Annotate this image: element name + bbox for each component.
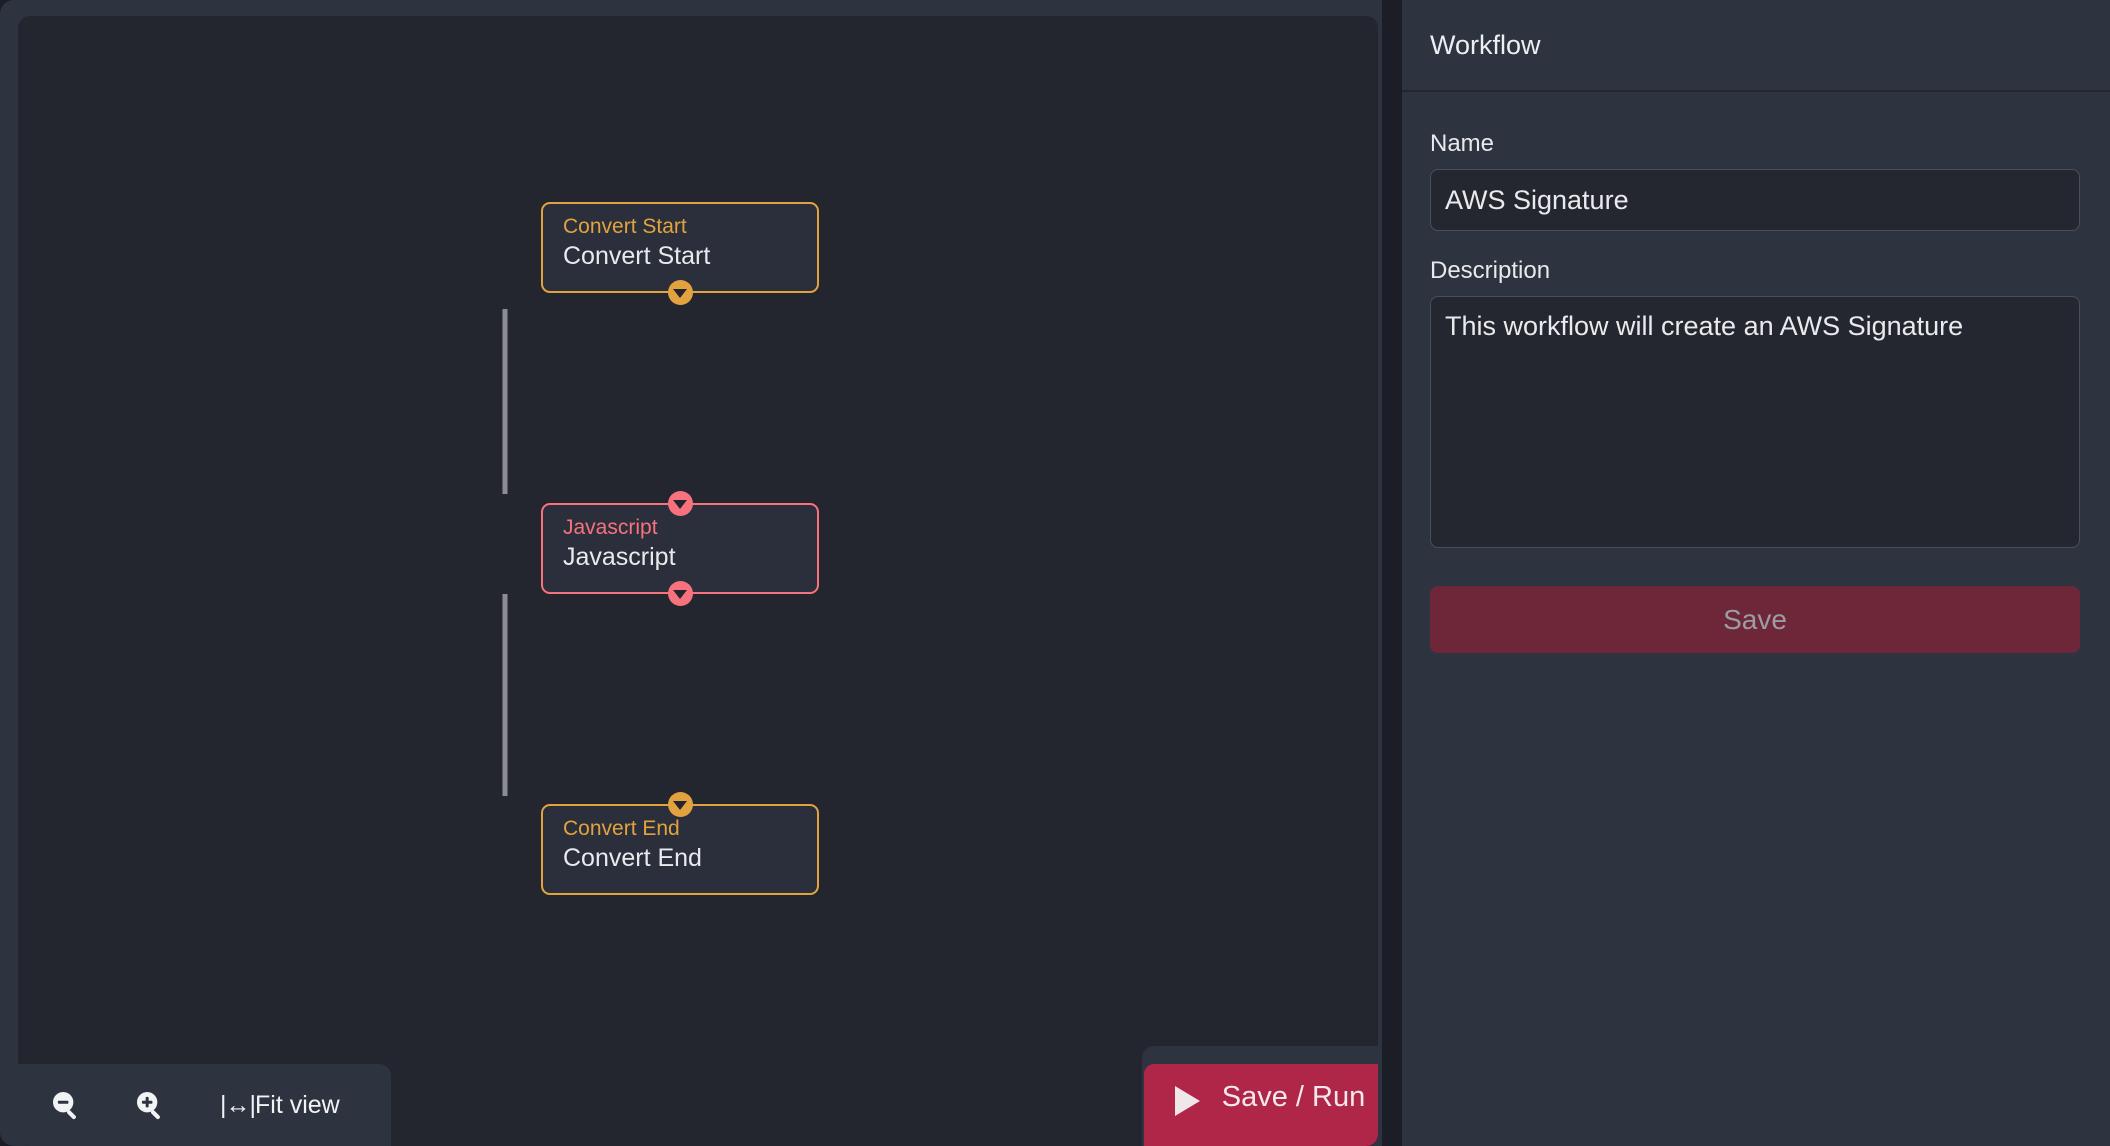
fit-view-icon: |↔| <box>220 1090 256 1119</box>
node-type-label: Convert Start <box>563 215 687 238</box>
save-button[interactable]: Save <box>1430 586 2080 653</box>
chevron-down-icon <box>673 288 687 298</box>
node-target-handle[interactable] <box>667 491 693 516</box>
save-run-container: Save / Run <box>1142 1046 1378 1146</box>
node-source-handle[interactable] <box>667 581 693 606</box>
node-convert-start[interactable]: Convert Start Convert Start <box>541 202 819 305</box>
node-name-label: Javascript <box>563 543 676 571</box>
node-name-label: Convert Start <box>563 242 711 270</box>
editor-frame: Convert Start Convert Start Javascript J… <box>0 0 1382 1146</box>
save-run-button[interactable]: Save / Run <box>1144 1064 1378 1146</box>
chevron-down-icon <box>673 499 687 509</box>
workflow-description-input[interactable]: This workflow will create an AWS Signatu… <box>1430 296 2080 548</box>
workflow-editor-app: Convert Start Convert Start Javascript J… <box>0 0 2110 1146</box>
node-javascript[interactable]: Javascript Javascript <box>541 491 819 606</box>
workflow-side-panel: Workflow Name Description This workflow … <box>1402 0 2110 1146</box>
node-source-handle[interactable] <box>667 280 693 305</box>
panel-header: Workflow <box>1402 0 2110 92</box>
description-field-label: Description <box>1430 257 1551 284</box>
zoom-in-button[interactable] <box>130 1085 170 1125</box>
zoom-out-button[interactable] <box>46 1085 86 1125</box>
magnifier-minus-icon <box>52 1091 76 1120</box>
workflow-name-input[interactable] <box>1430 169 2080 231</box>
panel-title: Workflow <box>1430 29 1541 60</box>
fit-view-label: Fit view <box>255 1090 340 1119</box>
canvas-controls: |↔| Fit view <box>18 1064 391 1146</box>
node-type-label: Javascript <box>563 516 658 539</box>
panel-body: Name Description This workflow will crea… <box>1402 92 2110 653</box>
node-convert-end[interactable]: Convert End Convert End <box>541 792 819 895</box>
flow-canvas[interactable]: Convert Start Convert Start Javascript J… <box>18 16 1378 1146</box>
fit-view-button[interactable]: |↔| Fit view <box>220 1091 340 1120</box>
node-type-label: Convert End <box>563 817 680 840</box>
magnifier-plus-icon <box>136 1091 160 1120</box>
save-run-label: Save / Run <box>1221 1081 1366 1113</box>
name-field-label: Name <box>1430 130 1495 157</box>
node-name-label: Convert End <box>563 844 702 872</box>
chevron-down-icon <box>673 589 687 599</box>
field-spacer <box>1430 231 2082 257</box>
chevron-down-icon <box>673 800 687 810</box>
play-icon <box>1174 1086 1200 1116</box>
node-target-handle[interactable] <box>667 792 693 817</box>
